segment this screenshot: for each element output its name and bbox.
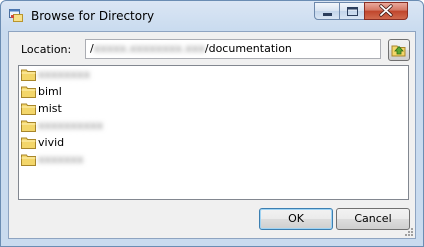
resize-grip-icon[interactable] [403,226,414,237]
folder-icon [21,120,36,132]
window-title: Browse for Directory [31,9,155,23]
ok-button[interactable]: OK [259,208,333,230]
folder-icon [21,137,36,149]
cancel-button[interactable]: Cancel [336,208,410,230]
up-folder-button[interactable] [388,39,410,61]
browse-dialog: Browse for Directory Location: /xxxxx.xx… [0,0,424,247]
folder-icon [21,103,36,115]
location-label: Location: [21,43,72,56]
location-host: xxxxx.xxxxxxxx.xxx [93,42,205,55]
directory-name: biml [38,85,62,98]
directory-list[interactable]: xxxxxxxx biml mist xxxxxxxxxx vivid xxxx… [18,65,409,200]
folder-icon [21,86,36,98]
dialog-body: Location: /xxxxx.xxxxxxxx.xxx/documentat… [8,31,416,239]
directory-name: xxxxxxxxxx [38,119,104,132]
folder-up-icon [391,45,406,57]
title-bar[interactable]: Browse for Directory [1,1,423,31]
maximize-icon [347,7,358,16]
directory-name: xxxxxxx [38,153,84,166]
location-field[interactable]: /xxxxx.xxxxxxxx.xxx/documentation [85,39,381,59]
maximize-button[interactable] [339,2,365,20]
close-button[interactable] [364,2,408,20]
folder-icon [21,69,36,81]
minimize-button[interactable] [314,2,340,20]
location-suffix: /documentation [204,42,292,55]
directory-name: vivid [38,136,65,149]
folder-icon [21,154,36,166]
directory-name: xxxxxxxx [38,68,91,81]
minimize-icon [323,13,332,16]
close-icon [379,4,393,17]
browse-window-icon [9,9,23,22]
directory-name: mist [38,102,62,115]
